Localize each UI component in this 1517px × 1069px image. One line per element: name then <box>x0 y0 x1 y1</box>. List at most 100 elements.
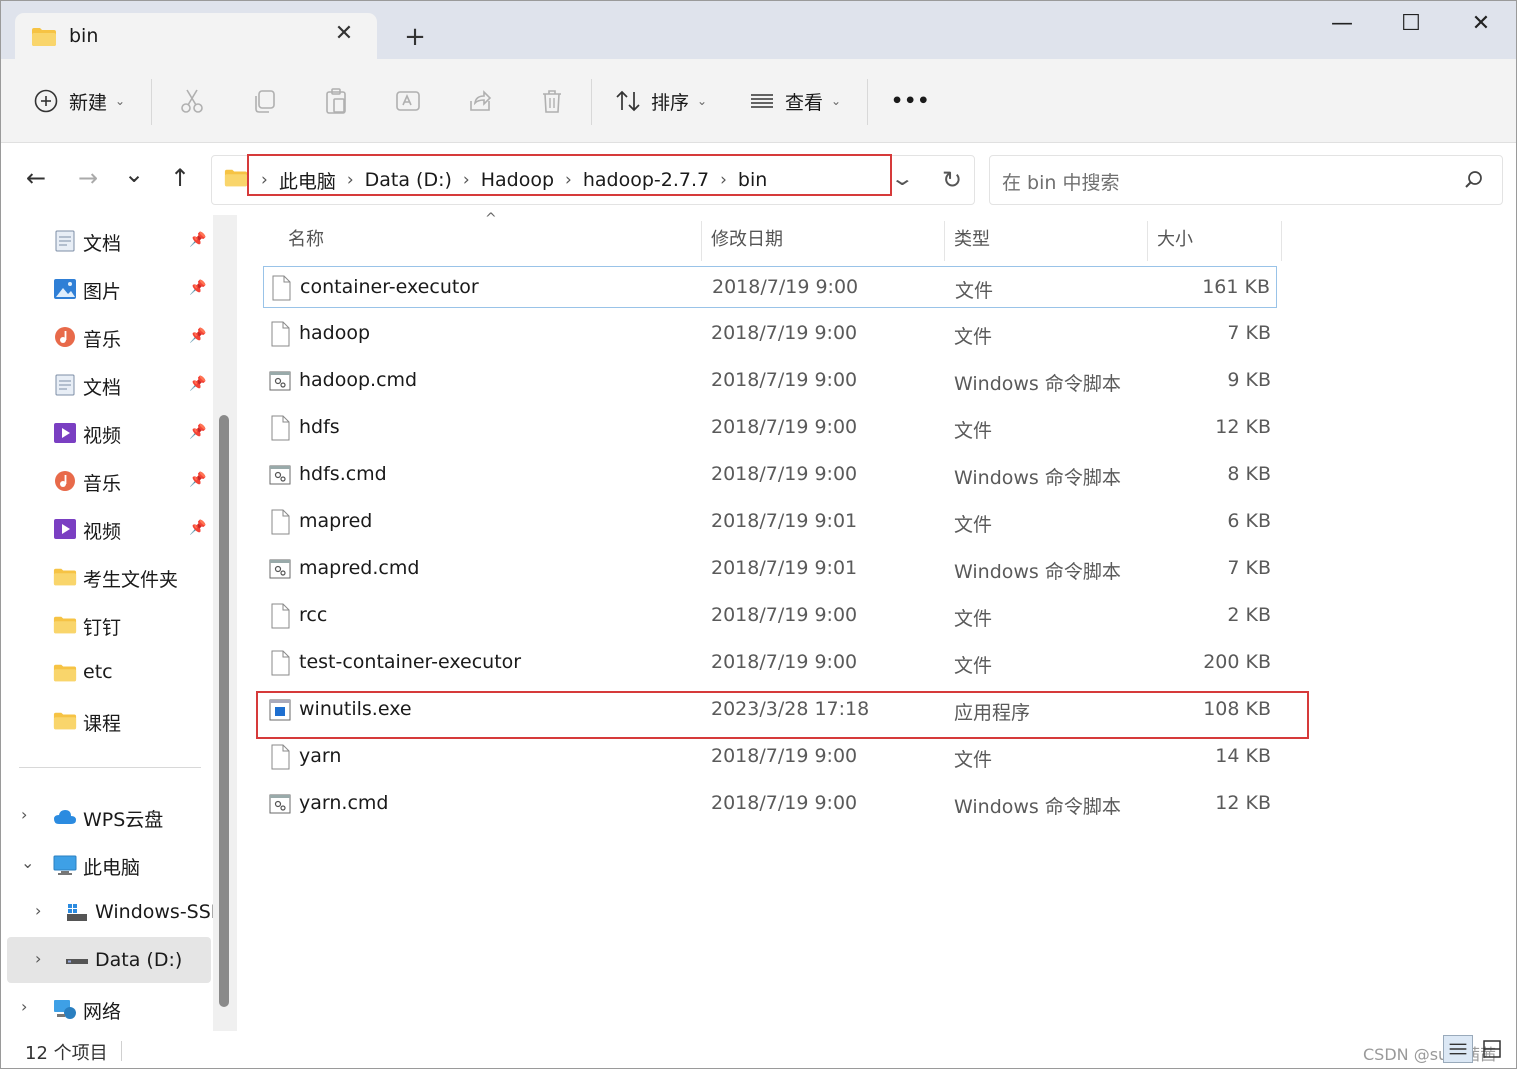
folder-icon <box>53 616 77 634</box>
toolbar-divider <box>591 79 592 125</box>
search-icon[interactable] <box>1464 170 1484 190</box>
file-name: hdfs.cmd <box>299 463 387 485</box>
file-row[interactable]: hdfs 2018/7/19 9:00 文件 12 KB <box>263 407 1277 449</box>
refresh-icon[interactable]: ↻ <box>942 166 962 194</box>
delete-icon[interactable] <box>538 87 566 115</box>
sidebar-item-label: 音乐 <box>83 473 122 495</box>
plus-circle-icon <box>34 89 58 113</box>
file-icon <box>269 744 291 770</box>
new-label: 新建 <box>69 91 108 114</box>
status-divider <box>121 1041 122 1061</box>
recent-locations-button[interactable]: ⌄ <box>119 159 149 189</box>
sidebar-item-documents[interactable]: 文档 📌 <box>1 217 213 263</box>
sidebar-item-videos[interactable]: 视频 📌 <box>1 505 213 551</box>
sidebar-item-wps-cloud[interactable]: › WPS云盘 <box>1 793 213 839</box>
folder-icon <box>53 712 77 730</box>
sidebar-item-pictures[interactable]: 图片 📌 <box>1 265 213 311</box>
sidebar-item-documents[interactable]: 文档 📌 <box>1 361 213 407</box>
column-header-type[interactable]: 类型 <box>954 225 990 251</box>
cmd-script-icon <box>269 556 291 582</box>
new-button[interactable]: 新建 ⌄ <box>33 83 125 119</box>
file-row[interactable]: mapred 2018/7/19 9:01 文件 6 KB <box>263 501 1277 543</box>
back-button[interactable]: ← <box>21 163 51 193</box>
close-window-button[interactable]: ✕ <box>1458 9 1504 39</box>
file-size: 9 KB <box>1227 369 1271 391</box>
sidebar-item-folder[interactable]: 考生文件夹 <box>1 553 213 599</box>
new-tab-button[interactable]: + <box>401 23 429 51</box>
sidebar-scrollbar-thumb[interactable] <box>219 415 229 1007</box>
column-header-size[interactable]: 大小 <box>1157 225 1193 251</box>
column-divider[interactable] <box>1281 221 1282 261</box>
toolbar-divider <box>867 79 868 125</box>
cut-icon[interactable] <box>178 87 206 115</box>
sort-label: 排序 <box>651 91 690 114</box>
expand-chevron-icon[interactable]: › <box>35 901 41 920</box>
sidebar-item-windows-ssd[interactable]: › Windows-SSD <box>1 889 213 935</box>
sidebar-item-label: Data (D:) <box>95 949 183 971</box>
up-button[interactable]: ↑ <box>165 163 195 193</box>
tiles-view-icon[interactable] <box>1477 1035 1507 1063</box>
sidebar-item-folder[interactable]: 钉钉 <box>1 601 213 647</box>
sidebar-item-network[interactable]: › 网络 <box>1 985 213 1031</box>
paste-icon[interactable] <box>322 87 350 115</box>
breadcrumb-bin[interactable]: bin <box>738 169 767 191</box>
sidebar-item-this-pc[interactable]: ⌄ 此电脑 <box>1 841 213 887</box>
tab-bin[interactable]: bin ✕ <box>15 13 377 61</box>
sidebar-item-folder[interactable]: etc <box>1 649 213 695</box>
file-row[interactable]: winutils.exe 2023/3/28 17:18 应用程序 108 KB <box>263 689 1277 731</box>
file-row[interactable]: yarn 2018/7/19 9:00 文件 14 KB <box>263 736 1277 778</box>
sidebar-item-label: 考生文件夹 <box>83 569 179 591</box>
sidebar-item-label: 文档 <box>83 377 122 399</box>
maximize-button[interactable]: ☐ <box>1388 9 1434 39</box>
file-row[interactable]: yarn.cmd 2018/7/19 9:00 Windows 命令脚本 12 KB <box>263 783 1277 825</box>
view-button[interactable]: 查看 ⌄ <box>749 83 841 119</box>
more-options-button[interactable]: ••• <box>891 83 930 119</box>
minimize-button[interactable]: — <box>1319 9 1365 39</box>
expand-chevron-icon[interactable]: › <box>21 997 27 1016</box>
sidebar-item-videos[interactable]: 视频 📌 <box>1 409 213 455</box>
share-icon[interactable] <box>466 87 494 115</box>
tab-close-icon[interactable]: ✕ <box>333 21 355 47</box>
file-row[interactable]: hdfs.cmd 2018/7/19 9:00 Windows 命令脚本 8 KB <box>263 454 1277 496</box>
expand-chevron-icon[interactable]: › <box>21 805 27 824</box>
column-header-date[interactable]: 修改日期 <box>711 225 783 251</box>
breadcrumb-chevron-icon: › <box>261 170 268 190</box>
breadcrumb-this-pc[interactable]: 此电脑 <box>279 167 336 194</box>
file-size: 161 KB <box>1202 276 1270 298</box>
breadcrumb-hadoop-version[interactable]: hadoop-2.7.7 <box>583 169 709 191</box>
breadcrumb-chevron-icon: › <box>565 170 572 190</box>
file-row[interactable]: container-executor 2018/7/19 9:00 文件 161 KB <box>263 266 1277 308</box>
sidebar-item-music[interactable]: 音乐 📌 <box>1 313 213 359</box>
sidebar-item-music[interactable]: 音乐 📌 <box>1 457 213 503</box>
address-bar[interactable]: › 此电脑 › Data (D:) › Hadoop › hadoop-2.7.… <box>211 155 975 205</box>
column-divider[interactable] <box>944 221 945 261</box>
file-date: 2023/3/28 17:18 <box>711 698 870 720</box>
rename-icon[interactable] <box>394 87 422 115</box>
file-row[interactable]: hadoop.cmd 2018/7/19 9:00 Windows 命令脚本 9 KB <box>263 360 1277 402</box>
file-row[interactable]: hadoop 2018/7/19 9:00 文件 7 KB <box>263 313 1277 355</box>
sort-button[interactable]: 排序 ⌄ <box>615 83 707 119</box>
breadcrumb-hadoop[interactable]: Hadoop <box>481 169 554 191</box>
details-view-icon[interactable] <box>1443 1035 1473 1063</box>
file-icon <box>270 275 292 301</box>
file-row[interactable]: test-container-executor 2018/7/19 9:00 文件 2… <box>263 642 1277 684</box>
column-header-name[interactable]: 名称 <box>288 225 324 251</box>
address-history-chevron-icon[interactable]: ⌄ <box>890 166 915 190</box>
sidebar-scrollbar[interactable] <box>213 215 237 1031</box>
file-type: 文件 <box>954 326 993 348</box>
column-divider[interactable] <box>701 221 702 261</box>
address-row: ← → ⌄ ↑ › 此电脑 › Data (D:) › Hadoop › had… <box>1 143 1516 215</box>
sidebar-item-data-drive[interactable]: › Data (D:) <box>7 937 211 983</box>
forward-button[interactable]: → <box>73 163 103 193</box>
search-box[interactable]: 在 bin 中搜索 <box>989 155 1503 205</box>
copy-icon[interactable] <box>250 87 278 115</box>
breadcrumb-data-drive[interactable]: Data (D:) <box>365 169 452 191</box>
file-row[interactable]: mapred.cmd 2018/7/19 9:01 Windows 命令脚本 7 KB <box>263 548 1277 590</box>
sidebar-item-folder[interactable]: 课程 <box>1 697 213 743</box>
sidebar-item-label: WPS云盘 <box>83 809 164 831</box>
collapse-chevron-icon[interactable]: ⌄ <box>21 853 34 872</box>
column-divider[interactable] <box>1147 221 1148 261</box>
system-drive-icon <box>67 904 87 921</box>
file-row[interactable]: rcc 2018/7/19 9:00 文件 2 KB <box>263 595 1277 637</box>
expand-chevron-icon[interactable]: › <box>35 949 41 968</box>
